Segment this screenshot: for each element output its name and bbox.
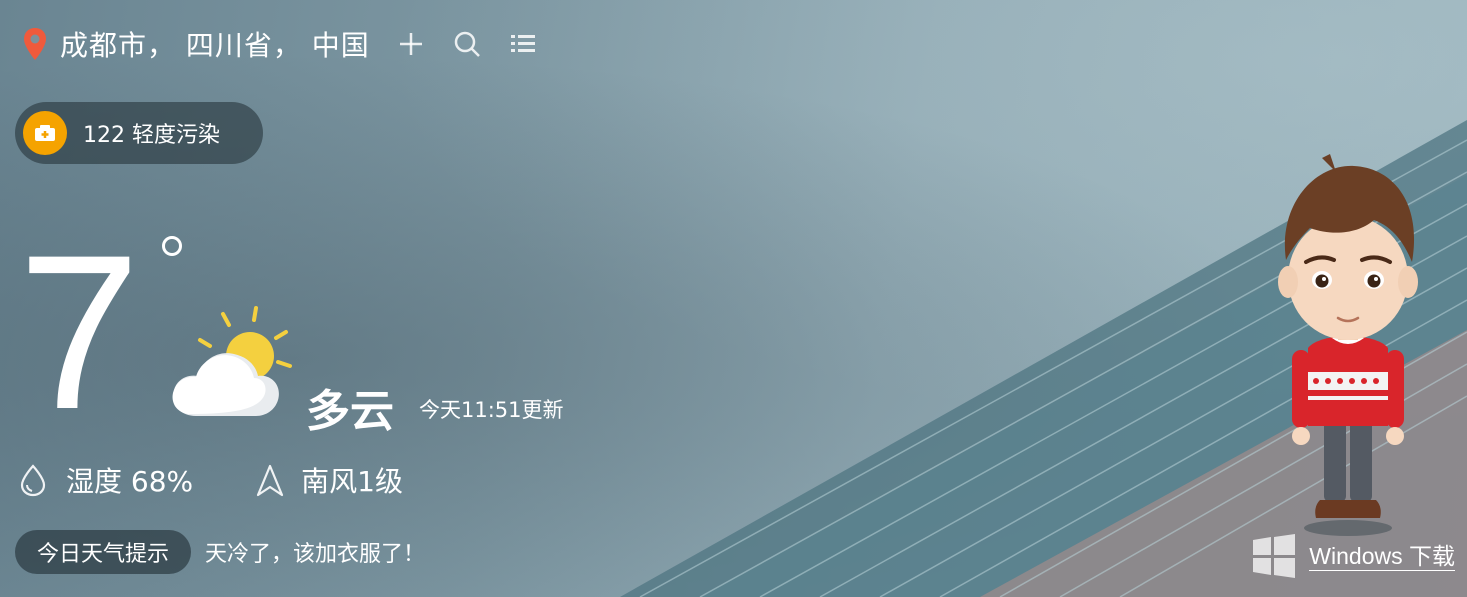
- humidity-value: 68%: [130, 465, 194, 498]
- wind: 南风1级: [255, 460, 403, 500]
- weather-condition: 多云: [306, 386, 394, 437]
- location-name[interactable]: 成都市， 四川省， 中国: [60, 24, 370, 64]
- humidity: 湿度 68%: [18, 460, 193, 500]
- humidity-text: 湿度 68%: [66, 460, 193, 500]
- update-time: 今天11:51更新: [419, 398, 564, 422]
- partly-cloudy-icon: [172, 306, 292, 416]
- droplet-icon: [20, 464, 46, 497]
- wind-direction-icon: [257, 464, 284, 497]
- humidity-label: 湿度: [66, 465, 123, 498]
- search-icon[interactable]: [452, 29, 482, 59]
- windows-logo-icon: [1253, 534, 1296, 578]
- aqi-value: 122: [83, 123, 125, 148]
- download-label[interactable]: Windows 下载: [1309, 542, 1455, 571]
- list-icon[interactable]: [508, 29, 538, 59]
- location-pin-icon: [24, 28, 46, 60]
- weather-metrics: 湿度 68% 南风1级: [18, 460, 403, 500]
- weather-tip: 今日天气提示 天冷了，该加衣服了！: [15, 530, 425, 574]
- degree-symbol: [162, 236, 182, 256]
- add-icon[interactable]: [396, 29, 426, 59]
- header-bar: 成都市， 四川省， 中国: [22, 26, 538, 62]
- aqi-badge[interactable]: 122 轻度污染: [15, 102, 263, 164]
- aqi-label: 122 轻度污染: [83, 117, 220, 149]
- tip-label[interactable]: 今日天气提示: [15, 530, 192, 574]
- background-building: [620, 120, 1467, 597]
- aqi-level: 轻度污染: [132, 123, 221, 148]
- windows-download-link[interactable]: Windows 下载: [1251, 534, 1455, 578]
- aqi-icon: [23, 111, 67, 155]
- cartoon-avatar[interactable]: [1262, 150, 1434, 538]
- wind-text: 南风1级: [301, 465, 403, 498]
- temperature-value: 7: [18, 209, 141, 455]
- tip-text: 天冷了，该加衣服了！: [205, 542, 426, 567]
